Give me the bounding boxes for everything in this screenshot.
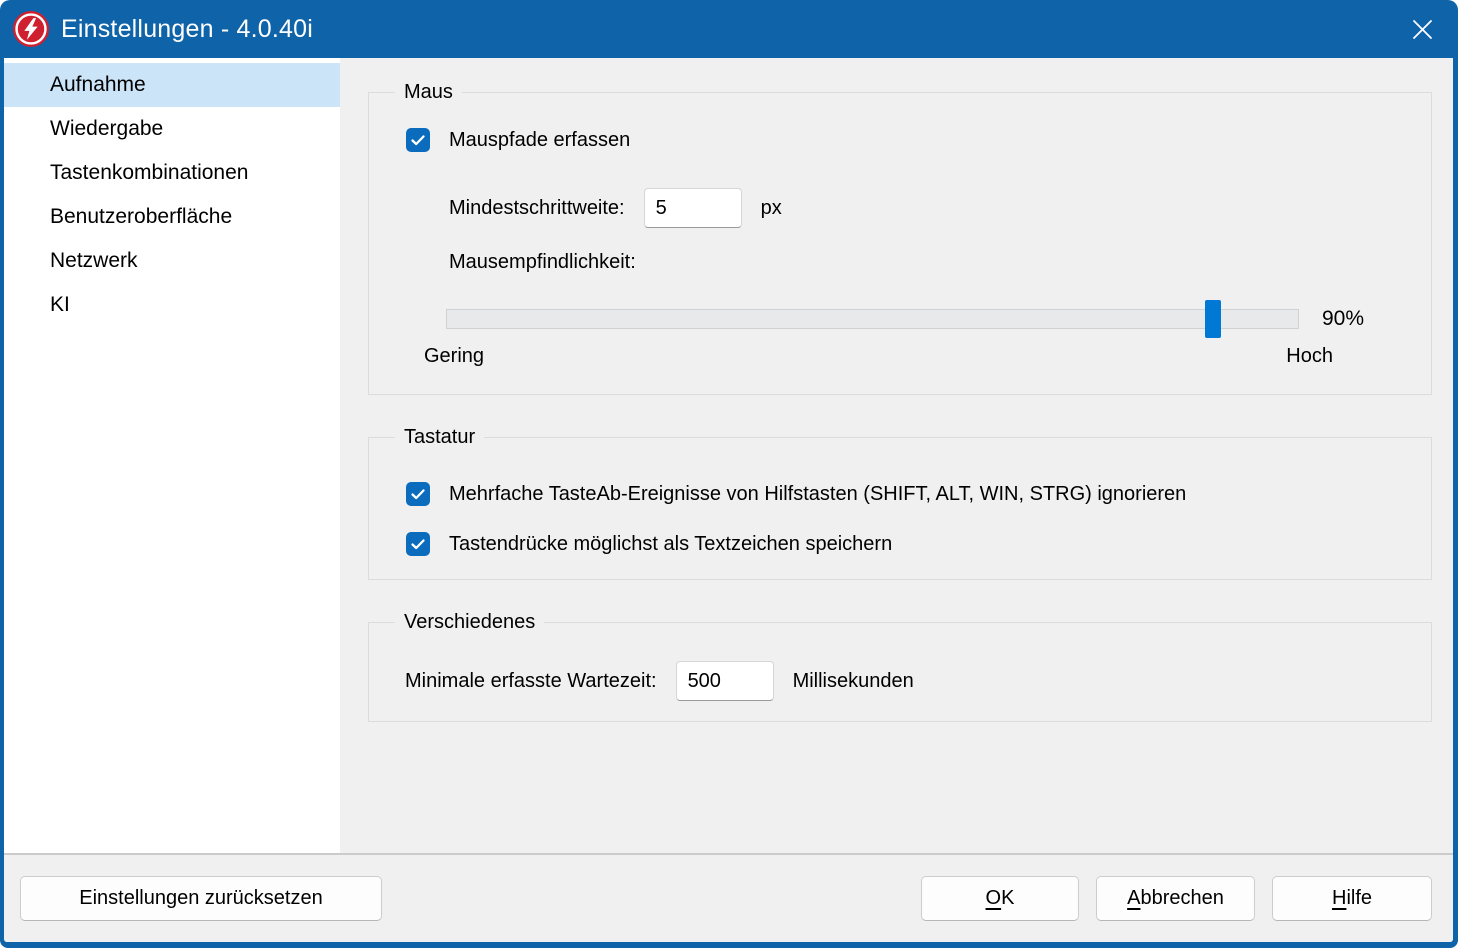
step-size-unit: px	[761, 197, 782, 220]
group-maus: Maus Mauspfade erfassen Mindestschrittwe…	[368, 92, 1432, 395]
dialog-body: Aufnahme Wiedergabe Tastenkombinationen …	[4, 58, 1453, 942]
checkmark-icon	[410, 536, 426, 552]
ok-button[interactable]: OK	[921, 876, 1079, 921]
step-size-input[interactable]	[644, 188, 742, 228]
mousepaths-row: Mauspfade erfassen	[406, 128, 630, 152]
sidebar-item-aufnahme[interactable]: Aufnahme	[4, 63, 340, 107]
group-verschiedenes: Verschiedenes Minimale erfasste Wartezei…	[368, 622, 1432, 722]
reset-settings-button[interactable]: Einstellungen zurücksetzen	[20, 876, 382, 921]
sensitivity-label-row: Mausempfindlichkeit:	[449, 251, 636, 274]
group-tastatur-legend: Tastatur	[395, 424, 484, 450]
window-title: Einstellungen - 4.0.40i	[61, 15, 313, 44]
ignore-keyup-row: Mehrfache TasteAb-Ereignisse von Hilfsta…	[406, 482, 1186, 506]
checkmark-icon	[410, 486, 426, 502]
sensitivity-max-label: Hoch	[1286, 345, 1333, 368]
group-tastatur: Tastatur Mehrfache TasteAb-Ereignisse vo…	[368, 437, 1432, 580]
sensitivity-value: 90%	[1322, 307, 1364, 331]
group-maus-legend: Maus	[395, 79, 462, 105]
sidebar-item-wiedergabe[interactable]: Wiedergabe	[4, 107, 340, 151]
titlebar: Einstellungen - 4.0.40i	[0, 0, 1458, 58]
sensitivity-label: Mausempfindlichkeit:	[449, 251, 636, 274]
sidebar-item-ki[interactable]: KI	[4, 283, 340, 327]
sensitivity-minmax-row: Gering Hoch	[424, 345, 1333, 368]
sidebar-item-tastenkombinationen[interactable]: Tastenkombinationen	[4, 151, 340, 195]
cancel-button[interactable]: Abbrechen	[1096, 876, 1255, 921]
checkmark-icon	[410, 132, 426, 148]
mousepaths-checkbox[interactable]	[406, 128, 430, 152]
save-as-text-row: Tastendrücke möglichst als Textzeichen s…	[406, 532, 892, 556]
close-icon	[1409, 16, 1436, 43]
save-as-text-checkbox[interactable]	[406, 532, 430, 556]
sensitivity-slider-row: 90%	[446, 298, 1364, 340]
sidebar-item-netzwerk[interactable]: Netzwerk	[4, 239, 340, 283]
mouse-sensitivity-slider[interactable]	[446, 309, 1299, 329]
sidebar-item-label: KI	[50, 293, 70, 317]
wait-time-label: Minimale erfasste Wartezeit:	[405, 670, 657, 693]
close-button[interactable]	[1400, 9, 1444, 49]
sidebar-item-label: Netzwerk	[50, 249, 138, 273]
sidebar-item-benutzeroberflaeche[interactable]: Benutzeroberfläche	[4, 195, 340, 239]
settings-main-panel: Maus Mauspfade erfassen Mindestschrittwe…	[340, 58, 1453, 853]
settings-nav-sidebar: Aufnahme Wiedergabe Tastenkombinationen …	[4, 58, 340, 853]
wait-time-unit: Millisekunden	[793, 670, 914, 693]
wait-time-row: Minimale erfasste Wartezeit: Millisekund…	[405, 661, 914, 701]
wait-time-input[interactable]	[676, 661, 774, 701]
app-lightning-icon	[12, 10, 50, 48]
group-verschiedenes-legend: Verschiedenes	[395, 609, 544, 635]
dialog-footer: Einstellungen zurücksetzen OK Abbrechen …	[4, 853, 1453, 942]
ignore-keyup-checkbox[interactable]	[406, 482, 430, 506]
save-as-text-label[interactable]: Tastendrücke möglichst als Textzeichen s…	[449, 533, 892, 556]
mousepaths-label[interactable]: Mauspfade erfassen	[449, 129, 630, 152]
sidebar-item-label: Aufnahme	[50, 73, 146, 97]
step-size-row: Mindestschrittweite: px	[449, 188, 782, 228]
help-button[interactable]: Hilfe	[1272, 876, 1432, 921]
sensitivity-min-label: Gering	[424, 345, 484, 368]
step-size-label: Mindestschrittweite:	[449, 197, 625, 220]
sidebar-item-label: Wiedergabe	[50, 117, 163, 141]
sidebar-item-label: Benutzeroberfläche	[50, 205, 232, 229]
sidebar-item-label: Tastenkombinationen	[50, 161, 248, 185]
settings-dialog: Einstellungen - 4.0.40i Aufnahme Wiederg…	[0, 0, 1458, 948]
mouse-sensitivity-thumb[interactable]	[1205, 300, 1221, 338]
ignore-keyup-label[interactable]: Mehrfache TasteAb-Ereignisse von Hilfsta…	[449, 483, 1186, 506]
